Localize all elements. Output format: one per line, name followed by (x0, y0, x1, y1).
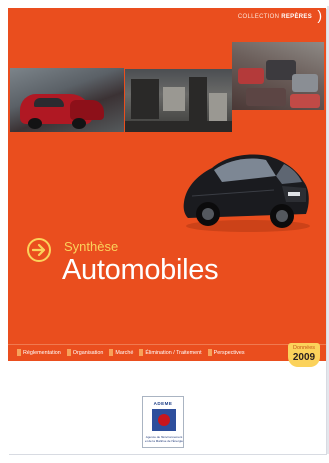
collection-prefix: COLLECTION (237, 14, 280, 20)
topic-item: Perspectives (207, 349, 245, 356)
report-cover: COLLECTION REPÈRES ) Synthèse Automobile… (8, 8, 326, 454)
topic-item: Marché (109, 349, 133, 356)
photo-wrecked-red-car (10, 68, 124, 132)
main-title: Automobiles (62, 254, 219, 286)
badge-year: 2009 (292, 352, 316, 363)
collection-label: COLLECTION REPÈRES (238, 14, 312, 20)
logo-emblem-icon (152, 409, 176, 431)
collection-name: REPÈRES (281, 14, 312, 20)
data-year-badge: Données 2009 (288, 343, 320, 367)
topic-item: Réglementation (17, 349, 61, 356)
topic-list: Réglementation Organisation Marché Élimi… (17, 348, 245, 357)
topic-item: Organisation (66, 349, 103, 356)
logo-subtitle: Agence de l'Environnement et de la Maîtr… (145, 435, 183, 443)
subtitle-synthese: Synthèse (64, 239, 119, 254)
topic-item: Élimination / Traitement (139, 349, 202, 356)
badge-label: Données (292, 345, 316, 351)
arrow-right-circle-icon (27, 238, 51, 262)
orange-panel: COLLECTION REPÈRES ) Synthèse Automobile… (8, 8, 326, 344)
logo-name: ADEME (153, 401, 173, 406)
photo-scrap-pile (232, 42, 324, 110)
black-car-image (183, 154, 310, 232)
ademe-logo: ADEME Agence de l'Environnement et de la… (142, 396, 184, 448)
photo-dismantling-workshop (125, 69, 232, 132)
closing-bracket-icon: ) (317, 8, 322, 23)
